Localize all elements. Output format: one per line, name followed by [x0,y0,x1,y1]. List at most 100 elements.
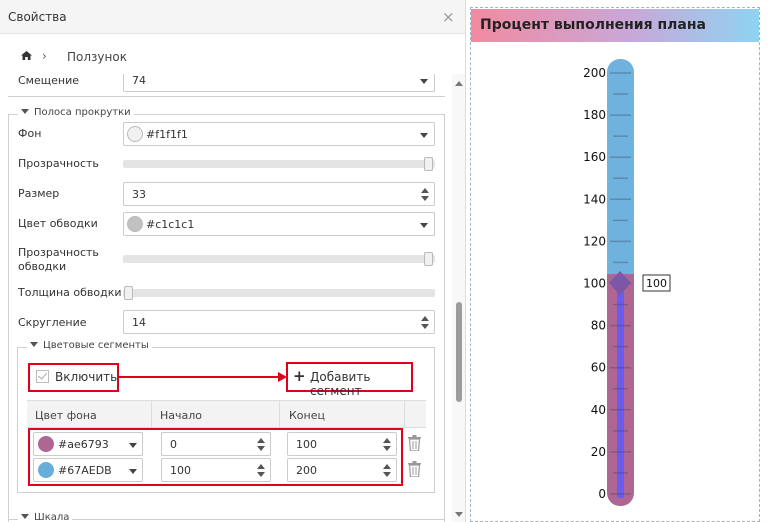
scale-tick-label: 80 [591,319,606,333]
preview-title: Процент выполнения плана [480,17,706,33]
scale-tick-label: 180 [583,108,606,122]
slider-value-label: 100 [646,277,667,290]
border-color-label: Цвет обводки [18,217,98,230]
scale-tick-label: 60 [591,361,606,375]
spin-down-icon[interactable] [257,446,265,451]
segment-color-value: #67AEDB [58,464,112,477]
segment-start-value: 0 [170,438,177,451]
size-stepper[interactable]: 33 [123,182,435,206]
panel-title: Свойства [8,10,67,24]
chevron-down-icon [420,223,428,228]
border-width-label: Толщина обводки [18,286,122,299]
opacity-label: Прозрачность [18,157,99,170]
add-segment-label: Добавить сегмент [310,370,371,398]
offset-label: Смещение [18,74,79,87]
chevron-down-icon [21,514,29,519]
slider-scale: 200180160140120100806040200 [583,66,606,501]
chevron-down-icon [30,342,38,347]
segment-color-select[interactable]: #67AEDB [33,458,143,482]
check-icon [38,370,47,380]
offset-value: 74 [132,74,146,87]
scale-group-title: Шкала [34,512,70,522]
annotation-arrow [119,372,287,382]
panel-header: Свойства × [0,0,465,34]
segment-start-stepper[interactable]: 100 [161,458,271,482]
scale-group-legend[interactable]: Шкала [18,512,73,522]
border-width-slider[interactable] [123,289,435,297]
border-color-swatch [127,216,143,232]
preview-title-bar: Процент выполнения плана [471,9,759,42]
slider-fill-bar [617,284,624,498]
rounding-label: Скругление [18,316,87,329]
enable-segments-checkbox[interactable] [36,370,49,383]
column-header-color: Цвет фона [35,409,97,422]
chevron-down-icon [420,133,428,138]
column-divider [151,401,152,427]
scale-tick-label: 160 [583,150,606,164]
rounding-stepper[interactable]: 14 [123,310,435,334]
scale-tick-label: 0 [598,487,606,501]
background-color-select[interactable]: #f1f1f1 [123,122,435,146]
spin-down-icon[interactable] [421,324,429,329]
chevron-down-icon [420,79,428,84]
spin-up-icon[interactable] [257,464,265,469]
segment-color-select[interactable]: #ae6793 [33,432,143,456]
add-segment-button[interactable]: + Добавить сегмент [290,366,408,398]
spin-down-icon[interactable] [383,446,391,451]
home-icon[interactable] [21,51,32,60]
segment-color-value: #ae6793 [58,438,109,451]
scale-group-border [8,519,445,520]
segment-end-value: 100 [296,438,317,451]
spin-up-icon[interactable] [383,438,391,443]
column-header-end: Конец [289,409,325,422]
scrollbar-group-legend[interactable]: Полоса прокрутки [18,107,134,118]
spin-up-icon[interactable] [383,464,391,469]
scale-tick-label: 200 [583,66,606,80]
scale-tick-label: 20 [591,445,606,459]
spin-up-icon[interactable] [421,316,429,321]
column-divider [279,401,280,427]
breadcrumb-separator: › [42,49,47,63]
opacity-slider-handle[interactable] [424,157,433,171]
segments-group-legend[interactable]: Цветовые сегменты [27,340,152,351]
spin-up-icon[interactable] [421,188,429,193]
breadcrumb: › Ползунок [0,34,452,74]
border-color-select[interactable]: #c1c1c1 [123,212,435,236]
border-opacity-slider-handle[interactable] [424,252,433,266]
breadcrumb-current[interactable]: Ползунок [67,50,127,64]
segment-end-value: 200 [296,464,317,477]
segment-swatch [38,436,54,452]
border-opacity-slider[interactable] [123,255,435,263]
offset-select[interactable]: 74 [123,74,435,92]
border-opacity-label: Прозрачность обводки [18,246,99,273]
segment-start-stepper[interactable]: 0 [161,432,271,456]
enable-segments-label[interactable]: Включить [55,370,117,384]
scrollbar-group-title: Полоса прокрутки [34,107,131,118]
scrollbar-thumb[interactable] [456,302,462,402]
trash-icon[interactable] [408,435,421,451]
vertical-slider-widget[interactable]: 200180160140120100806040200 100 [570,56,680,512]
segment-end-stepper[interactable]: 100 [287,432,397,456]
background-value: #f1f1f1 [146,128,188,141]
spin-up-icon[interactable] [257,438,265,443]
spin-down-icon[interactable] [421,196,429,201]
scale-tick-label: 100 [583,277,606,291]
scroll-up-icon[interactable] [455,81,463,86]
border-width-slider-handle[interactable] [124,286,133,300]
chevron-down-icon [129,469,137,474]
properties-panel: Свойства × › Ползунок Смещение 74 Полоса… [0,0,466,522]
segment-start-value: 100 [170,464,191,477]
chevron-down-icon [21,109,29,114]
segment-end-stepper[interactable]: 200 [287,458,397,482]
scroll-down-icon[interactable] [455,512,463,517]
scale-tick-label: 40 [591,403,606,417]
close-icon[interactable]: × [442,8,455,26]
opacity-slider[interactable] [123,160,435,168]
trash-icon[interactable] [408,461,421,477]
offset-group-border [8,96,445,97]
scale-tick-label: 140 [583,192,606,206]
spin-down-icon[interactable] [257,472,265,477]
spin-down-icon[interactable] [383,472,391,477]
chevron-down-icon [129,443,137,448]
properties-scrollbar[interactable] [452,74,465,522]
